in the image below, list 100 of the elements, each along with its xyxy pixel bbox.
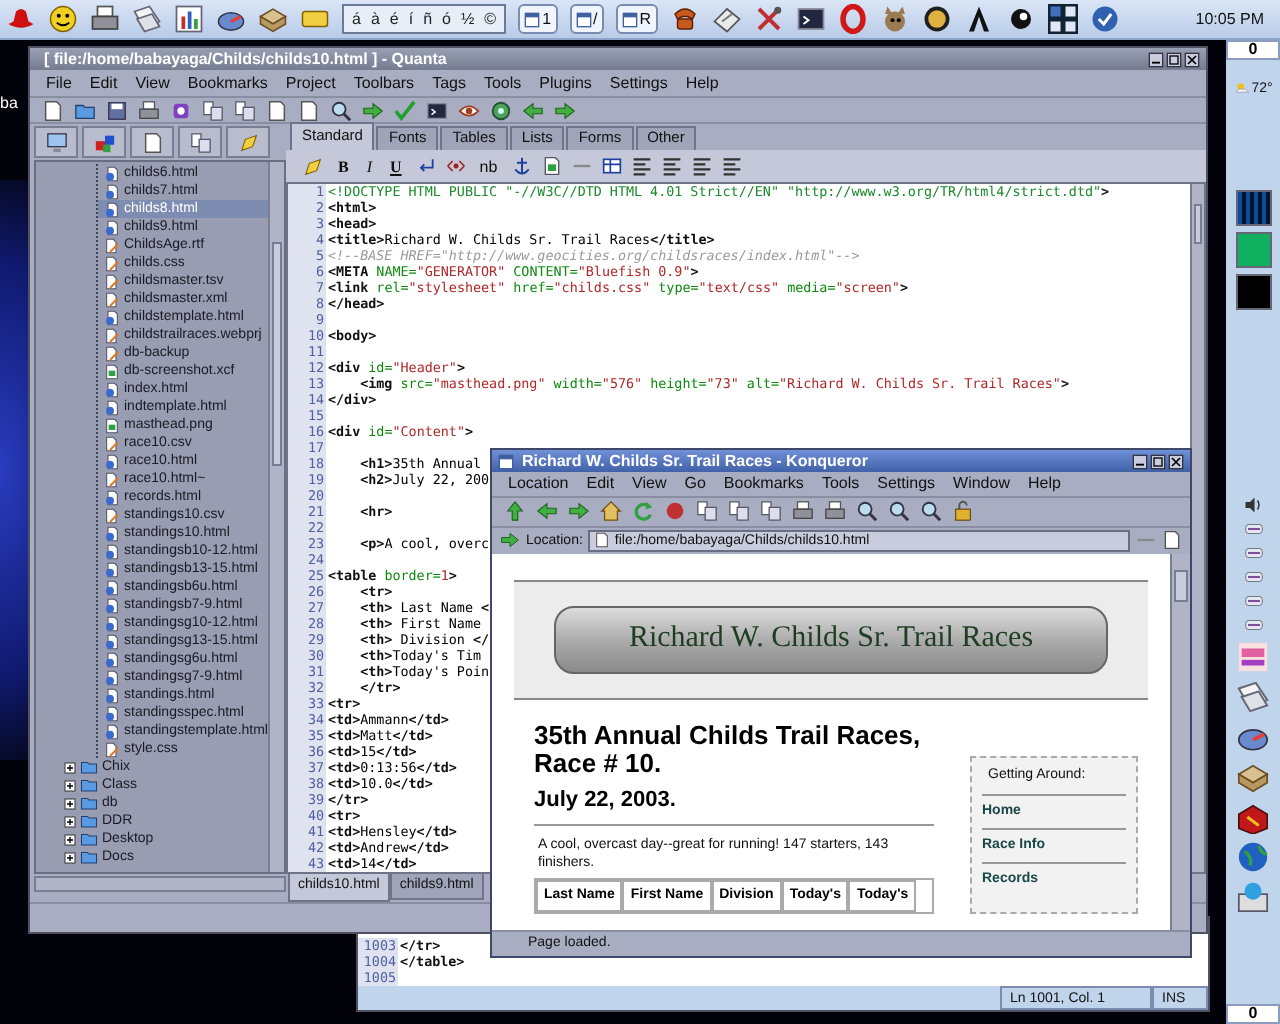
menu-item[interactable]: Tools [821,474,860,493]
menu-item[interactable]: Location [508,474,569,493]
panel-tab[interactable] [178,126,222,159]
lock-icon[interactable] [952,500,974,523]
printer-icon[interactable] [138,99,160,121]
expand-icon[interactable] [64,815,76,828]
menu-item[interactable]: Project [285,73,336,92]
menu-item[interactable]: Help [1027,474,1061,493]
expand-icon[interactable] [64,851,76,864]
menu-item[interactable]: Settings [877,474,936,493]
align-left-icon[interactable] [631,156,652,177]
menu-item[interactable]: Tools [483,73,522,92]
gear-icon[interactable] [490,99,512,121]
format-button[interactable]: B [334,157,353,176]
back-icon[interactable] [522,99,544,121]
taskbar-button[interactable]: R [615,4,658,34]
image-icon[interactable] [541,156,562,177]
table-icon[interactable] [601,156,622,177]
character-button[interactable]: á [352,6,361,32]
menu-item[interactable]: File [46,73,72,92]
menu-item[interactable]: Help [685,73,719,92]
maximize-button[interactable] [1150,453,1166,469]
ring-icon[interactable] [837,4,868,34]
menu-item[interactable]: Plugins [539,73,592,92]
menu-item[interactable]: Settings [609,73,668,92]
up-icon[interactable] [504,500,526,523]
menu-item[interactable]: Edit [586,474,615,493]
zoom-in-icon[interactable] [888,500,910,523]
smiley-icon[interactable] [48,4,78,34]
format-button[interactable]: U [386,157,406,176]
copy-icon[interactable] [202,99,224,121]
panel-tab[interactable] [82,126,126,159]
search-icon[interactable] [330,99,352,121]
printer-icon[interactable] [90,4,120,34]
menu-item[interactable]: Edit [89,73,118,92]
speaker-icon[interactable] [1244,496,1262,514]
format-button[interactable]: nb [475,157,502,176]
copy-icon[interactable] [728,500,750,523]
taskbar-button[interactable]: / [569,4,604,34]
expand-icon[interactable] [64,779,76,792]
character-button[interactable]: ñ [423,6,433,32]
character-button[interactable]: ó [442,6,451,32]
expand-icon[interactable] [64,797,76,810]
calculator-icon[interactable] [711,4,742,34]
copy-icon[interactable] [696,500,718,523]
forward-icon[interactable] [568,500,590,523]
new-document-icon[interactable] [42,99,64,121]
character-button[interactable]: ½ [461,6,475,32]
network-icon[interactable] [1236,880,1270,914]
box-icon[interactable] [1236,760,1270,794]
home-icon[interactable] [600,500,622,523]
panel-tab[interactable] [34,126,78,159]
stop-icon[interactable] [664,500,686,523]
page-icon[interactable] [1162,530,1182,551]
menu-item[interactable]: Tags [432,73,466,92]
menu-item[interactable]: View [135,73,170,92]
tools-icon[interactable] [753,4,784,34]
character-button[interactable]: © [484,6,497,32]
menu-item[interactable]: Go [684,474,706,493]
close-button[interactable] [1168,453,1184,469]
check-icon[interactable] [1089,4,1120,34]
box-icon[interactable] [258,4,288,34]
desktop-pager-icon[interactable] [1047,4,1078,34]
expand-icon[interactable] [64,833,76,846]
telephone-icon[interactable] [669,4,700,34]
justify-icon[interactable] [721,156,742,177]
paste-icon[interactable] [760,500,782,523]
menu-item[interactable]: Toolbars [353,73,415,92]
globe-icon[interactable] [1236,840,1270,874]
check-icon[interactable] [394,99,416,121]
format-button[interactable]: I [362,157,377,176]
character-button[interactable]: à [370,6,380,32]
printer-icon[interactable] [824,500,846,523]
minimize-button[interactable] [1132,453,1148,469]
expand-icon[interactable] [64,761,76,774]
badge-icon[interactable] [921,4,952,34]
printer-icon[interactable] [792,500,814,523]
arrow-icon[interactable] [500,530,520,551]
character-button[interactable]: é [389,6,399,32]
save-icon[interactable] [106,99,128,121]
forward-icon[interactable] [554,99,576,121]
zoom-out-icon[interactable] [920,500,942,523]
line-break-icon[interactable] [415,156,436,177]
character-button[interactable]: í [408,6,414,32]
ball-icon[interactable] [1005,4,1036,34]
documents-icon[interactable] [132,4,162,34]
close-button[interactable] [1184,51,1200,67]
panel-tab[interactable] [130,126,174,159]
menu-item[interactable]: Bookmarks [723,474,804,493]
maximize-button[interactable] [1166,51,1182,67]
search-icon[interactable] [856,500,878,523]
menu-item[interactable]: Bookmarks [187,73,268,92]
record-icon[interactable] [170,99,192,121]
page-icon[interactable] [266,99,288,121]
arrow-icon[interactable] [362,99,384,121]
align-center-icon[interactable] [661,156,682,177]
chart-icon[interactable] [174,4,204,34]
paragraph-icon[interactable] [445,156,466,177]
package-icon[interactable] [1236,800,1270,834]
letter-icon[interactable] [963,4,994,34]
